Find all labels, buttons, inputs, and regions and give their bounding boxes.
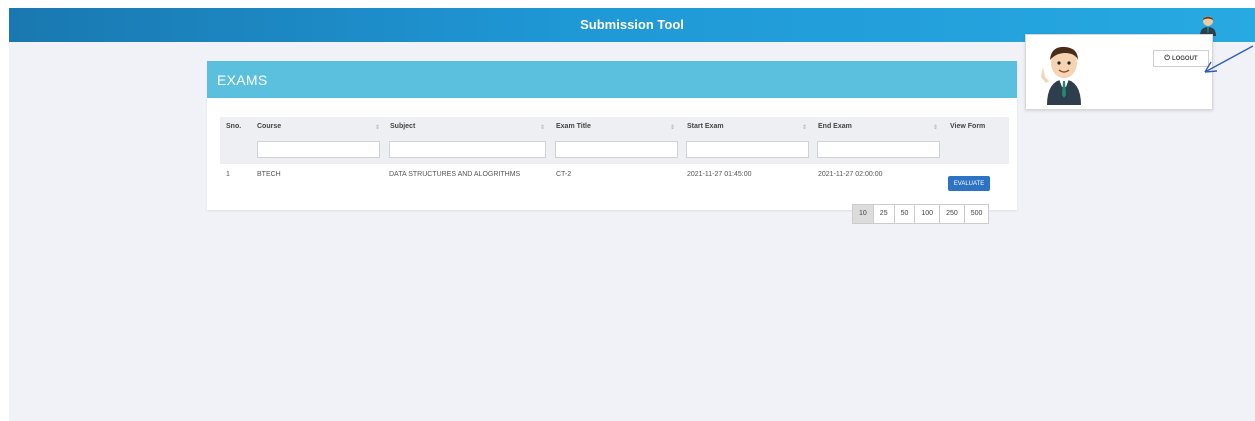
- cell-start-exam: 2021-11-27 01:45:00: [687, 171, 752, 178]
- col-view-form: View Form: [950, 123, 986, 130]
- cell-end-exam: 2021-11-27 02:00:00: [818, 171, 883, 178]
- page-size-500[interactable]: 500: [965, 205, 989, 223]
- col-start-exam[interactable]: Start Exam: [687, 123, 724, 130]
- page-size-50[interactable]: 50: [895, 205, 916, 223]
- page-size-100[interactable]: 100: [915, 205, 941, 223]
- col-course[interactable]: Course: [257, 123, 281, 130]
- col-subject[interactable]: Subject: [390, 123, 415, 130]
- page-size-25[interactable]: 25: [874, 205, 895, 223]
- sort-icon[interactable]: ⇕: [670, 124, 675, 131]
- cell-exam-title: CT-2: [556, 171, 572, 178]
- cell-subject: DATA STRUCTURES AND ALOGRITHMS: [389, 171, 521, 178]
- evaluate-button[interactable]: EVALUATE: [948, 176, 990, 191]
- sort-icon[interactable]: ⇕: [375, 124, 380, 131]
- page-size-250[interactable]: 250: [940, 205, 965, 223]
- user-avatar-icon: [1041, 46, 1081, 105]
- arrow-annotation-icon: [1204, 45, 1254, 73]
- panel-header: EXAMS: [207, 61, 1017, 98]
- filter-exam-title[interactable]: [555, 141, 678, 158]
- filter-end-exam[interactable]: [817, 141, 940, 158]
- user-avatar-icon[interactable]: [1197, 14, 1219, 36]
- cell-course: BTECH: [257, 171, 281, 178]
- filter-course[interactable]: [257, 141, 380, 158]
- filter-start-exam[interactable]: [686, 141, 809, 158]
- page-size-10[interactable]: 10: [853, 205, 874, 223]
- page-size-selector: 10 25 50 100 250 500: [852, 204, 990, 224]
- panel-title: EXAMS: [217, 72, 268, 88]
- cell-sno: 1: [226, 171, 230, 178]
- sort-icon[interactable]: ⇕: [802, 124, 807, 131]
- exams-panel: EXAMS Sno. Course ⇕ Subject ⇕ Exam Title…: [207, 61, 1017, 210]
- filter-subject[interactable]: [389, 141, 546, 158]
- sort-icon[interactable]: ⇕: [933, 124, 938, 131]
- table-header: Sno. Course ⇕ Subject ⇕ Exam Title ⇕ Sta…: [220, 117, 1009, 164]
- power-icon: ⏻: [1164, 54, 1170, 62]
- user-menu-dropdown: ⏻ LOGOUT: [1025, 34, 1213, 110]
- col-end-exam[interactable]: End Exam: [818, 123, 852, 130]
- sort-icon[interactable]: ⇕: [540, 124, 545, 131]
- col-exam-title[interactable]: Exam Title: [556, 123, 591, 130]
- col-sno[interactable]: Sno.: [226, 123, 241, 130]
- logout-label: LOGOUT: [1171, 55, 1198, 62]
- app-title: Submission Tool: [580, 17, 684, 32]
